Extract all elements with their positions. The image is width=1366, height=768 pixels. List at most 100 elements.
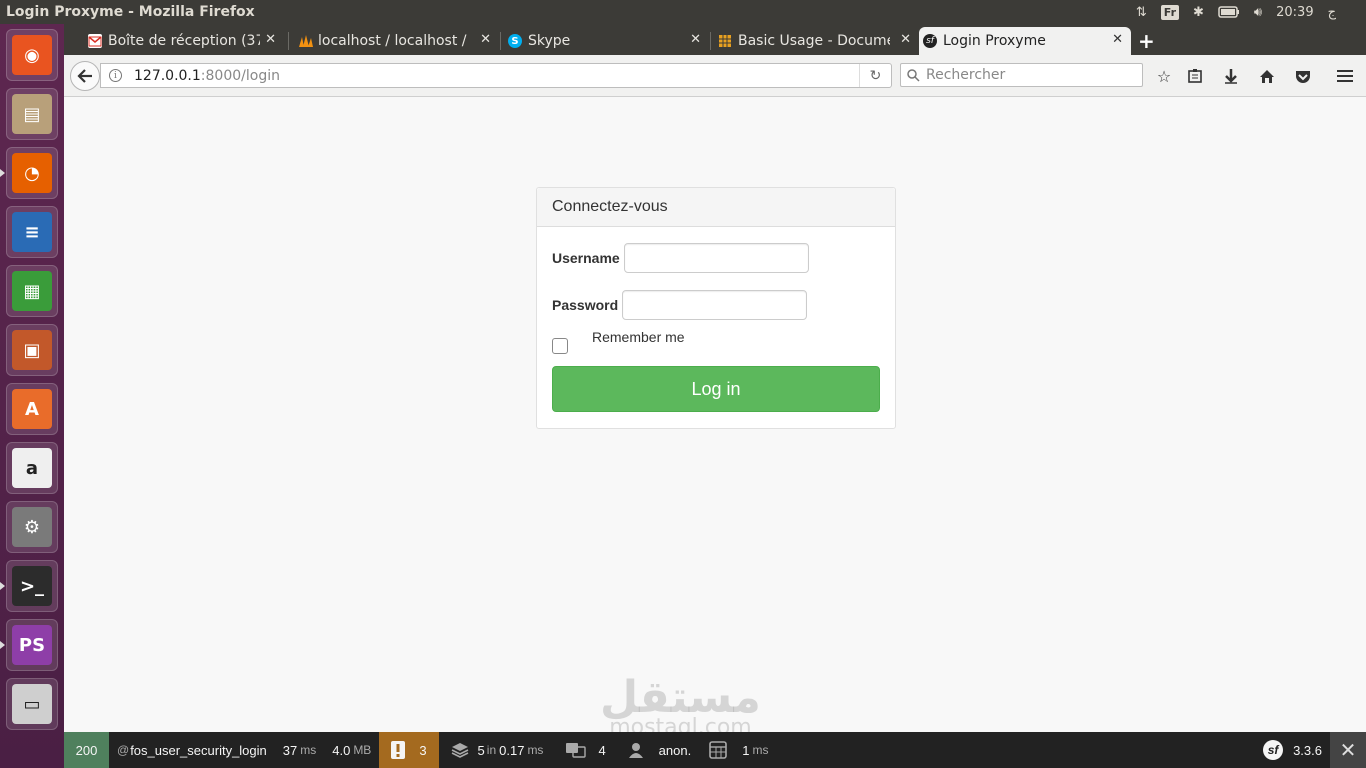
symfony-version[interactable]: 3.3.6 <box>1293 743 1322 758</box>
close-tab-icon[interactable]: ✕ <box>690 32 701 47</box>
tab-skype[interactable]: S Skype ✕ <box>504 27 709 55</box>
exclamation-icon <box>391 741 406 759</box>
cache-block[interactable]: 5 in 0.17 ms <box>439 732 552 768</box>
cache-unit: ms <box>527 743 544 757</box>
launcher-glyph: PS <box>12 625 52 665</box>
remember-me-label[interactable]: Remember me <box>592 329 685 345</box>
cache-count: 5 <box>477 742 485 758</box>
search-placeholder: Rechercher <box>926 67 1006 83</box>
time-block[interactable]: 37 ms <box>275 732 324 768</box>
route-block[interactable]: @ fos_user_security_login <box>109 732 275 768</box>
login-panel: Connectez-vous Username Password Remembe… <box>536 187 896 429</box>
launcher-glyph: ▤ <box>12 94 52 134</box>
symfony-debug-toolbar: 200 @ fos_user_security_login 37 ms 4.0 … <box>64 732 1366 768</box>
home-icon[interactable] <box>1256 65 1278 87</box>
symfony-icon: sf <box>923 34 937 48</box>
db-time: 1 <box>742 742 750 758</box>
new-tab-button[interactable]: + <box>1138 29 1155 53</box>
grid-icon <box>718 34 732 48</box>
files-icon[interactable]: ▤ <box>6 88 58 140</box>
launcher-glyph: ▣ <box>12 330 52 370</box>
launcher-glyph: A <box>12 389 52 429</box>
username-row: Username <box>552 243 809 273</box>
bluetooth-icon[interactable]: ✱ <box>1193 5 1204 20</box>
cache-time: 0.17 <box>499 742 525 758</box>
launcher-glyph: ◉ <box>12 35 52 75</box>
reload-icon[interactable]: ↻ <box>859 64 891 87</box>
memory-block[interactable]: 4.0 MB <box>324 732 379 768</box>
user-block[interactable]: anon. <box>614 732 700 768</box>
bookmark-star-icon[interactable]: ☆ <box>1153 65 1175 87</box>
tab-basic-usage[interactable]: Basic Usage - Documen ✕ <box>714 27 919 55</box>
search-icon <box>907 68 920 82</box>
db-unit: ms <box>752 743 769 757</box>
translations-block[interactable]: 4 <box>551 732 613 768</box>
page-content: Connectez-vous Username Password Remembe… <box>64 97 1366 740</box>
route-name: fos_user_security_login <box>130 742 267 758</box>
writer-icon[interactable]: ≡ <box>6 206 58 258</box>
status-code: 200 <box>75 742 98 758</box>
firefox-icon[interactable]: ◔ <box>6 147 58 199</box>
top-panel: Login Proxyme - Mozilla Firefox ⇅ Fr ✱ 🔊… <box>0 0 1366 24</box>
password-input[interactable] <box>622 290 808 320</box>
calc-icon[interactable]: ▦ <box>6 265 58 317</box>
memory-unit: MB <box>353 743 372 757</box>
warnings-block[interactable]: 3 <box>379 732 439 768</box>
warnings-count: 3 <box>419 742 427 758</box>
url-bar[interactable]: i 127.0.0.1:8000/login ↻ <box>100 63 892 88</box>
database-icon <box>709 741 728 759</box>
keyboard-layout-indicator[interactable]: Fr <box>1160 4 1180 20</box>
download-icon[interactable] <box>1220 65 1242 87</box>
symfony-logo-icon[interactable]: sf <box>1263 740 1284 760</box>
running-indicator <box>0 641 5 649</box>
launcher-glyph: >_ <box>12 566 52 606</box>
launcher-glyph: ≡ <box>12 212 52 252</box>
username-input[interactable] <box>623 243 809 273</box>
network-arrows-icon[interactable]: ⇅ <box>1136 5 1147 20</box>
login-button[interactable]: Log in <box>552 366 880 412</box>
tab-login-proxyme[interactable]: sf Login Proxyme ✕ <box>919 27 1131 55</box>
info-icon[interactable]: i <box>109 69 122 82</box>
phpmyadmin-icon <box>298 34 313 48</box>
running-indicator <box>0 169 5 177</box>
launcher-glyph: ▦ <box>12 271 52 311</box>
url-host: 127.0.0.1 <box>134 67 201 84</box>
volume-icon[interactable]: 🔊︎ <box>1254 5 1262 20</box>
window-title: Login Proxyme - Mozilla Firefox <box>6 4 255 20</box>
close-tab-icon[interactable]: ✕ <box>900 32 911 47</box>
back-button[interactable] <box>70 61 100 91</box>
tab-label: Skype <box>528 33 571 49</box>
amazon-icon[interactable]: a <box>6 442 58 494</box>
close-tab-icon[interactable]: ✕ <box>265 32 276 47</box>
remember-me-checkbox[interactable] <box>552 338 568 354</box>
phpstorm-icon[interactable]: PS <box>6 619 58 671</box>
navigation-bar: i 127.0.0.1:8000/login ↻ Rechercher ☆ <box>64 55 1366 97</box>
gmail-icon <box>88 34 102 48</box>
terminal-icon[interactable]: >_ <box>6 560 58 612</box>
pocket-icon[interactable] <box>1292 65 1314 87</box>
search-bar[interactable]: Rechercher <box>900 63 1143 87</box>
clock[interactable]: 20:39 <box>1276 5 1313 20</box>
database-block[interactable]: 1 ms <box>699 732 776 768</box>
close-toolbar-icon[interactable]: ✕ <box>1330 732 1366 768</box>
software-center-icon[interactable]: A <box>6 383 58 435</box>
launcher-glyph: a <box>12 448 52 488</box>
reading-list-icon[interactable] <box>1184 65 1206 87</box>
menu-icon[interactable] <box>1334 65 1356 87</box>
drive-icon[interactable]: ▭ <box>6 678 58 730</box>
system-settings-icon[interactable]: ⚙ <box>6 501 58 553</box>
tab-gmail[interactable]: Boîte de réception (37 ✕ <box>84 27 284 55</box>
at-sign: @ <box>117 743 130 757</box>
ubuntu-dash-icon[interactable]: ◉ <box>6 29 58 81</box>
tab-phpmyadmin[interactable]: localhost / localhost / p ✕ <box>294 27 499 55</box>
panel-heading: Connectez-vous <box>537 188 895 227</box>
indicator-label[interactable]: ج <box>1328 5 1336 20</box>
close-tab-icon[interactable]: ✕ <box>480 32 491 47</box>
status-code-badge[interactable]: 200 <box>64 732 109 768</box>
launcher: ◉ ▤ ◔ ≡ ▦ ▣ Aa ⚙ >_ PS ▭ <box>0 24 64 768</box>
battery-icon[interactable] <box>1218 6 1240 18</box>
impress-icon[interactable]: ▣ <box>6 324 58 376</box>
close-tab-icon[interactable]: ✕ <box>1112 32 1123 47</box>
running-indicator <box>0 582 5 590</box>
tab-label: Basic Usage - Documen <box>738 33 890 49</box>
